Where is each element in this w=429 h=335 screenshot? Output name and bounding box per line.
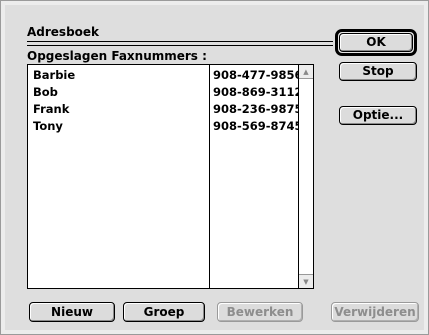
edit-button[interactable]: Bewerken	[217, 302, 303, 322]
contact-name: Bob	[33, 85, 58, 99]
list-scrollbar[interactable]: ▲ ▼	[298, 65, 313, 288]
contact-fax-number: 908-869-3112	[213, 85, 303, 99]
fax-number-list[interactable]: Barbie 908-477-9856 Bob 908-869-3112 Fra…	[27, 64, 314, 289]
title-divider	[27, 41, 333, 46]
ok-button[interactable]: OK	[339, 33, 413, 52]
list-item[interactable]: Bob 908-869-3112	[28, 84, 303, 100]
list-item[interactable]: Barbie 908-477-9856	[28, 67, 303, 83]
group-button[interactable]: Groep	[123, 302, 205, 322]
scroll-down-arrow-icon[interactable]: ▼	[299, 274, 313, 288]
contact-name: Tony	[33, 119, 63, 133]
list-item[interactable]: Frank 908-236-9875	[28, 101, 303, 117]
contact-fax-number: 908-477-9856	[213, 68, 303, 82]
stop-button[interactable]: Stop	[339, 62, 417, 81]
options-button[interactable]: Optie...	[339, 106, 417, 125]
scroll-up-arrow-icon[interactable]: ▲	[299, 65, 313, 79]
new-button[interactable]: Nieuw	[29, 302, 115, 322]
contact-name: Barbie	[33, 68, 76, 82]
contact-name: Frank	[33, 102, 70, 116]
dialog-title: Adresboek	[27, 25, 100, 39]
contact-fax-number: 908-236-9875	[213, 102, 303, 116]
contact-fax-number: 908-569-8745	[213, 119, 303, 133]
list-item[interactable]: Tony 908-569-8745	[28, 118, 303, 134]
delete-button[interactable]: Verwijderen	[331, 302, 419, 322]
list-heading: Opgeslagen Faxnummers :	[27, 49, 207, 63]
